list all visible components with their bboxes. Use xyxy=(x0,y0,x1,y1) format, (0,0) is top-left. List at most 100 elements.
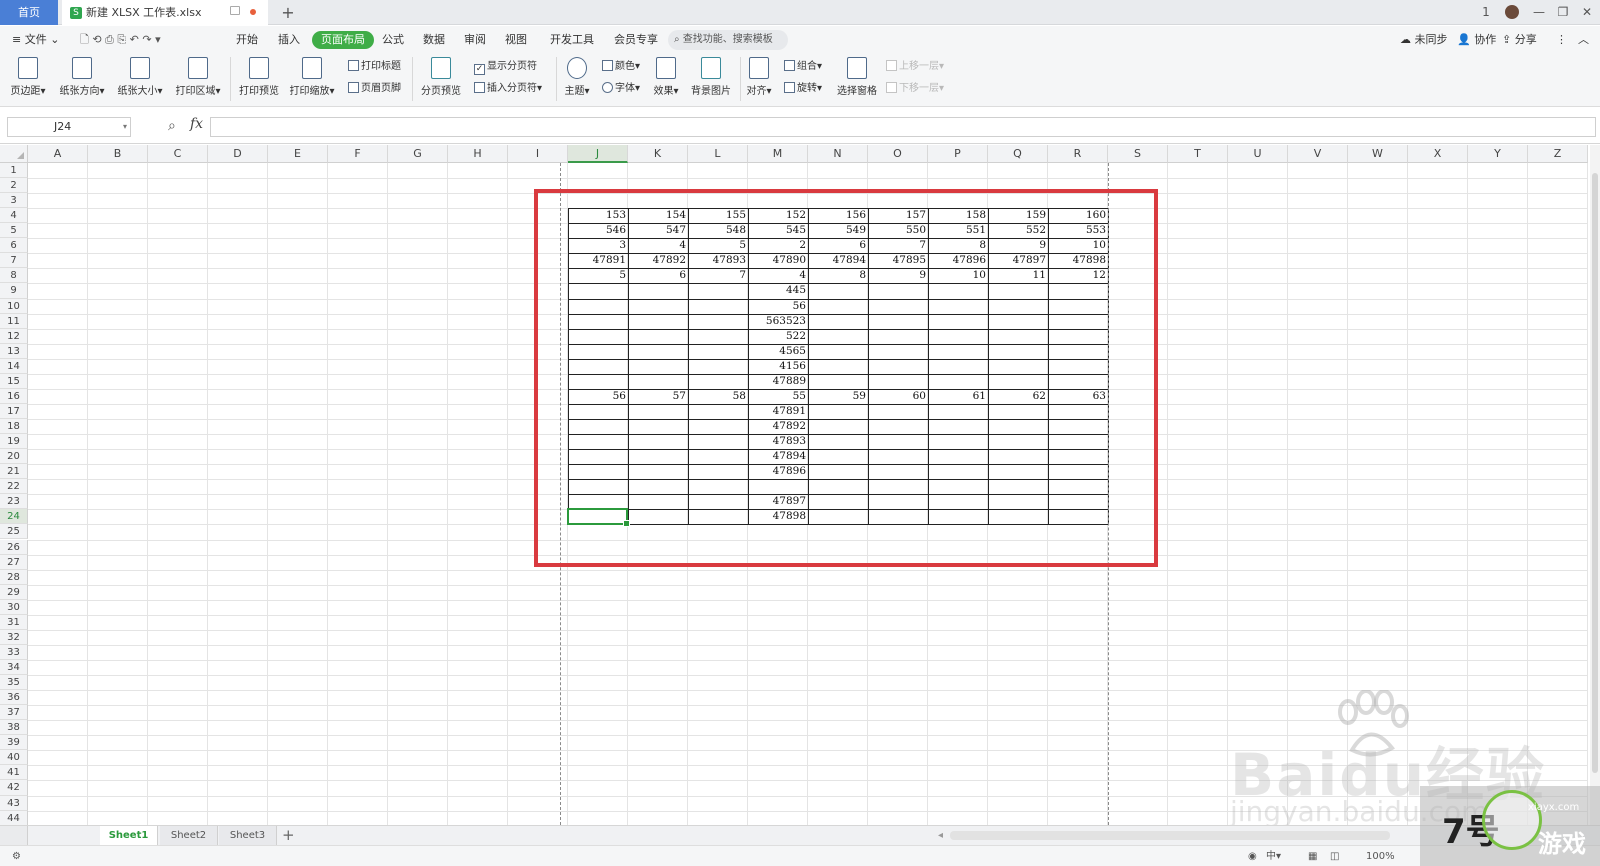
sheet-tab-sheet3[interactable]: Sheet3 xyxy=(219,826,277,845)
row-header-44[interactable]: 44 xyxy=(0,810,28,825)
row-header-11[interactable]: 11 xyxy=(0,313,28,329)
column-header-f[interactable]: F xyxy=(328,145,388,163)
horizontal-scrollbar[interactable] xyxy=(950,831,1390,840)
quick-access-toolbar[interactable]: 🗋 ⟲ ⎙ ⎘ ↶ ↷ ▾ xyxy=(80,31,161,49)
column-header-h[interactable]: H xyxy=(448,145,508,163)
row-header-19[interactable]: 19 xyxy=(0,434,28,450)
row-header-16[interactable]: 16 xyxy=(0,388,28,404)
row-header-31[interactable]: 31 xyxy=(0,614,28,630)
close-window-button[interactable]: ✕ xyxy=(1575,0,1599,25)
unsaved-dot-icon[interactable] xyxy=(250,9,256,15)
tab-document[interactable]: S 新建 XLSX 工作表.xlsx xyxy=(62,0,268,25)
column-header-j[interactable]: J xyxy=(568,145,628,163)
row-header-23[interactable]: 23 xyxy=(0,494,28,510)
zoom-level[interactable]: 100% xyxy=(1366,849,1395,864)
margins-button[interactable]: 页边距▾ xyxy=(8,55,48,97)
zoom-search-icon[interactable]: ⌕ xyxy=(168,118,176,134)
row-header-8[interactable]: 8 xyxy=(0,268,28,284)
column-header-k[interactable]: K xyxy=(628,145,688,163)
row-header-12[interactable]: 12 xyxy=(0,328,28,344)
row-header-37[interactable]: 37 xyxy=(0,705,28,721)
column-header-q[interactable]: Q xyxy=(988,145,1048,163)
row-header-10[interactable]: 10 xyxy=(0,298,28,314)
column-header-a[interactable]: A xyxy=(28,145,88,163)
window-count-icon[interactable]: 1 xyxy=(1474,0,1498,25)
minimize-button[interactable]: — xyxy=(1527,0,1551,25)
page-break-view-icon[interactable]: ◫ xyxy=(1330,849,1339,864)
orientation-button[interactable]: 纸张方向▾ xyxy=(56,55,108,97)
column-header-l[interactable]: L xyxy=(688,145,748,163)
row-header-26[interactable]: 26 xyxy=(0,539,28,555)
function-icon[interactable]: fx xyxy=(190,116,203,132)
row-header-17[interactable]: 17 xyxy=(0,403,28,419)
column-header-g[interactable]: G xyxy=(388,145,448,163)
menu-developer[interactable]: 开发工具 xyxy=(550,31,594,49)
more-icon[interactable]: ⋮ xyxy=(1556,31,1567,49)
normal-view-icon[interactable]: ▦ xyxy=(1308,849,1317,864)
new-tab-button[interactable]: + xyxy=(276,0,300,25)
column-header-m[interactable]: M xyxy=(748,145,808,163)
effects-button[interactable]: 效果▾ xyxy=(648,55,684,97)
active-cell-cursor[interactable] xyxy=(567,508,630,528)
print-titles-button[interactable]: 打印标题 xyxy=(348,59,401,75)
row-header-4[interactable]: 4 xyxy=(0,208,28,224)
theme-button[interactable]: 主题▾ xyxy=(562,55,592,97)
row-header-18[interactable]: 18 xyxy=(0,419,28,435)
show-page-breaks-checkbox[interactable]: ✓ 显示分页符 xyxy=(474,59,537,75)
menu-data[interactable]: 数据 xyxy=(423,31,445,49)
row-header-3[interactable]: 3 xyxy=(0,193,28,209)
row-header-22[interactable]: 22 xyxy=(0,479,28,495)
row-header-24[interactable]: 24 xyxy=(0,509,28,525)
sync-button[interactable]: ☁ 未同步 xyxy=(1400,31,1448,49)
input-method-icon[interactable]: 中▾ xyxy=(1266,849,1281,864)
column-header-z[interactable]: Z xyxy=(1528,145,1588,163)
macro-icon[interactable]: ⚙ xyxy=(12,849,21,864)
column-header-b[interactable]: B xyxy=(88,145,148,163)
menu-formulas[interactable]: 公式 xyxy=(382,31,404,49)
rotate-button[interactable]: 旋转▾ xyxy=(784,81,822,97)
column-header-n[interactable]: N xyxy=(808,145,868,163)
column-header-w[interactable]: W xyxy=(1348,145,1408,163)
group-button[interactable]: 组合▾ xyxy=(784,59,822,75)
menu-view[interactable]: 视图 xyxy=(505,31,527,49)
file-menu[interactable]: ≡ 文件 ⌄ xyxy=(12,31,59,49)
row-header-33[interactable]: 33 xyxy=(0,644,28,660)
row-header-6[interactable]: 6 xyxy=(0,238,28,254)
column-header-x[interactable]: X xyxy=(1408,145,1468,163)
feature-search-input[interactable]: ⌕ 查找功能、搜索模板 xyxy=(668,30,788,50)
column-header-d[interactable]: D xyxy=(208,145,268,163)
row-header-41[interactable]: 41 xyxy=(0,765,28,781)
row-header-25[interactable]: 25 xyxy=(0,524,28,540)
row-header-43[interactable]: 43 xyxy=(0,795,28,811)
background-image-button[interactable]: 背景图片 xyxy=(688,55,734,97)
select-all-button[interactable] xyxy=(0,145,28,163)
scrollbar-thumb[interactable] xyxy=(1592,173,1598,773)
print-scale-button[interactable]: 打印缩放▾ xyxy=(286,55,338,97)
row-header-21[interactable]: 21 xyxy=(0,464,28,480)
page-break-preview-button[interactable]: 分页预览 xyxy=(418,55,464,97)
header-footer-button[interactable]: 页眉页脚 xyxy=(348,81,401,97)
row-header-13[interactable]: 13 xyxy=(0,343,28,359)
print-preview-button[interactable]: 打印预览 xyxy=(236,55,282,97)
column-header-c[interactable]: C xyxy=(148,145,208,163)
align-button[interactable]: 对齐▾ xyxy=(744,55,774,97)
insert-page-break-button[interactable]: 插入分页符▾ xyxy=(474,81,542,97)
sheet-tab-sheet1[interactable]: Sheet1 xyxy=(100,826,158,845)
row-header-20[interactable]: 20 xyxy=(0,449,28,465)
row-header-29[interactable]: 29 xyxy=(0,584,28,600)
formula-input[interactable] xyxy=(210,117,1596,137)
chevron-down-icon[interactable]: ▾ xyxy=(123,118,127,136)
send-backward-button[interactable]: 下移一层▾ xyxy=(886,81,944,97)
menu-review[interactable]: 审阅 xyxy=(464,31,486,49)
bring-forward-button[interactable]: 上移一层▾ xyxy=(886,59,944,75)
name-box[interactable]: J24 ▾ xyxy=(7,117,131,137)
monitor-icon[interactable] xyxy=(230,6,240,15)
restore-button[interactable]: ❐ xyxy=(1551,0,1575,25)
avatar[interactable] xyxy=(1500,0,1524,25)
paper-size-button[interactable]: 纸张大小▾ xyxy=(114,55,166,97)
colors-button[interactable]: 颜色▾ xyxy=(602,59,640,75)
vertical-scrollbar[interactable] xyxy=(1590,145,1600,825)
column-header-y[interactable]: Y xyxy=(1468,145,1528,163)
tab-home[interactable]: 首页 xyxy=(0,0,58,25)
row-header-42[interactable]: 42 xyxy=(0,780,28,796)
